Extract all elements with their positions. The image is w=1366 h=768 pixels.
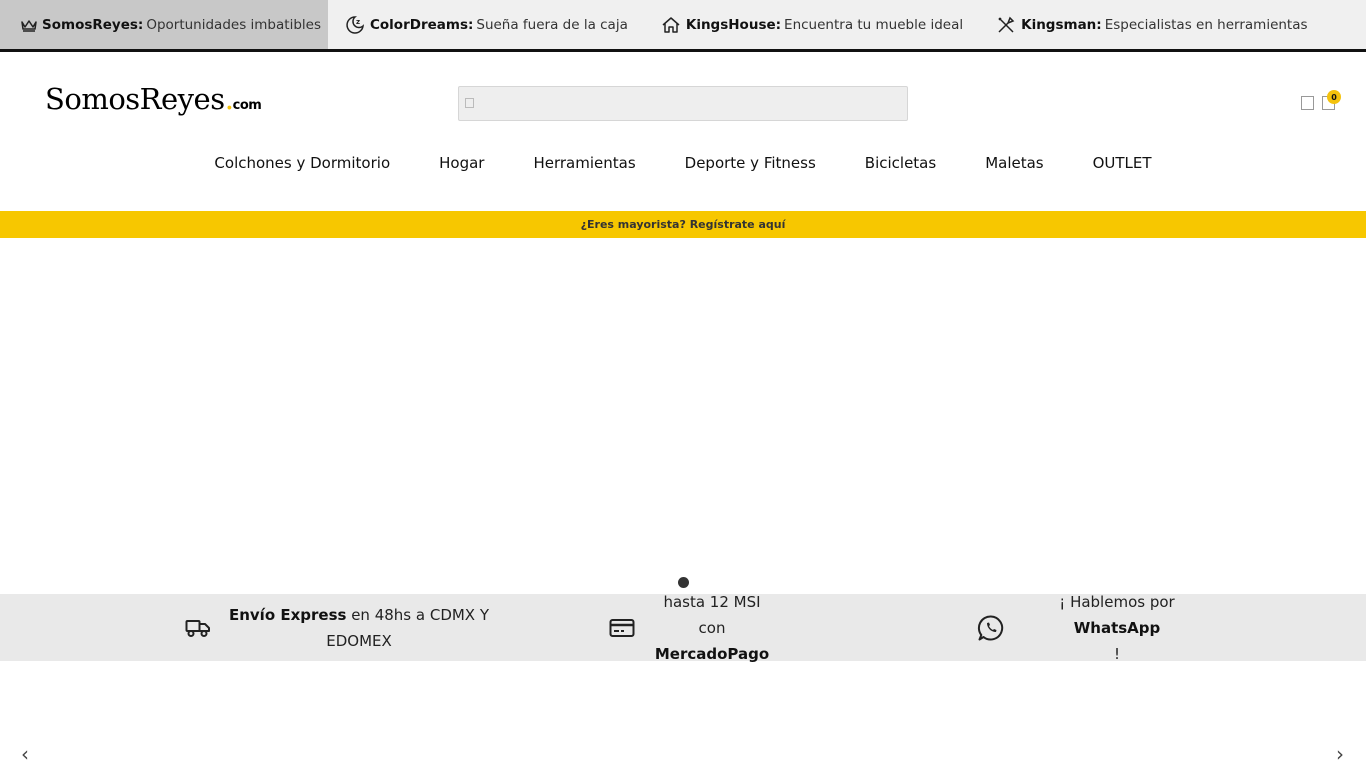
nav-item-colchones[interactable]: Colchones y Dormitorio	[214, 152, 390, 174]
nav-item-bicicletas[interactable]: Bicicletas	[865, 152, 936, 174]
carousel-next-button[interactable]: ›	[1336, 742, 1344, 766]
site-logo[interactable]: SomosReyes.com	[45, 82, 262, 117]
slider-dot[interactable]	[678, 577, 689, 588]
benefit-whatsapp-end: !	[1113, 644, 1120, 663]
carousel-prev-button[interactable]: ‹	[21, 742, 29, 766]
benefit-express-text: Envío Express en 48hs a CDMX Y EDOMEX	[224, 602, 494, 654]
truck-icon	[184, 614, 212, 642]
main-nav: Colchones y Dormitorio Hogar Herramienta…	[0, 152, 1366, 174]
search-box	[458, 86, 908, 121]
benefit-express-bold: Envío Express	[228, 605, 347, 624]
benefit-msi-bold: MercadoPago	[654, 644, 770, 663]
brand-tagline: Sueña fuera de la caja	[476, 16, 628, 33]
hero-slider	[0, 238, 1366, 594]
search-icon[interactable]	[465, 98, 474, 108]
nav-item-maletas[interactable]: Maletas	[985, 152, 1043, 174]
house-icon	[660, 14, 682, 36]
svg-text:z: z	[356, 18, 360, 26]
nav-item-hogar[interactable]: Hogar	[439, 152, 484, 174]
brand-bar: SomosReyes: Oportunidades imbatibles z C…	[0, 0, 1366, 52]
benefit-express: Envío Express en 48hs a CDMX Y EDOMEX	[184, 594, 494, 661]
tools-icon	[995, 14, 1017, 36]
brand-name: Kingsman:	[1021, 16, 1102, 33]
brand-name: ColorDreams:	[370, 16, 474, 33]
benefit-whatsapp[interactable]: ¡ Hablemos por WhatsApp!	[977, 593, 1217, 663]
logo-suffix: com	[232, 98, 262, 113]
benefit-msi-text: hasta 12 MSI con MercadoPago	[648, 589, 776, 667]
search-input[interactable]	[479, 87, 904, 120]
crown-icon	[20, 14, 38, 36]
logo-name: SomosReyes	[45, 82, 225, 116]
nav-item-herramientas[interactable]: Herramientas	[533, 152, 635, 174]
brand-tab-colordreams[interactable]: z ColorDreams: Sueña fuera de la caja	[328, 0, 644, 49]
whatsapp-icon	[977, 614, 1005, 642]
credit-card-icon	[608, 614, 636, 642]
benefit-msi: hasta 12 MSI con MercadoPago	[608, 593, 776, 663]
brand-tab-kingshouse[interactable]: KingsHouse: Encuentra tu mueble ideal	[644, 0, 979, 49]
nav-item-outlet[interactable]: OUTLET	[1093, 152, 1152, 174]
benefit-express-rest: en 48hs a CDMX Y EDOMEX	[326, 605, 490, 650]
moon-sleep-icon: z	[344, 14, 366, 36]
nav-item-deporte[interactable]: Deporte y Fitness	[685, 152, 816, 174]
benefit-whatsapp-bold: WhatsApp	[1073, 618, 1161, 637]
brand-tab-kingsman[interactable]: Kingsman: Especialistas en herramientas	[979, 0, 1323, 49]
user-icon[interactable]	[1301, 96, 1314, 110]
brand-tagline: Oportunidades imbatibles	[146, 16, 321, 33]
benefits-bar: Envío Express en 48hs a CDMX Y EDOMEX ha…	[0, 593, 1366, 663]
cart-count-badge: 0	[1327, 90, 1341, 104]
brand-name: KingsHouse:	[685, 16, 782, 33]
brand-name: SomosReyes:	[42, 16, 144, 33]
benefit-whatsapp-rest: ¡ Hablemos por	[1059, 592, 1175, 611]
wholesale-link[interactable]: ¿Eres mayorista? Regístrate aquí	[581, 218, 786, 231]
brand-tagline: Encuentra tu mueble ideal	[784, 16, 964, 33]
benefit-whatsapp-text: ¡ Hablemos por WhatsApp!	[1017, 589, 1217, 667]
wholesale-banner[interactable]: ¿Eres mayorista? Regístrate aquí	[0, 211, 1366, 238]
benefit-msi-rest: hasta 12 MSI con	[663, 592, 761, 637]
brand-tagline: Especialistas en herramientas	[1104, 16, 1308, 33]
brand-tab-somosreyes[interactable]: SomosReyes: Oportunidades imbatibles	[0, 0, 328, 49]
